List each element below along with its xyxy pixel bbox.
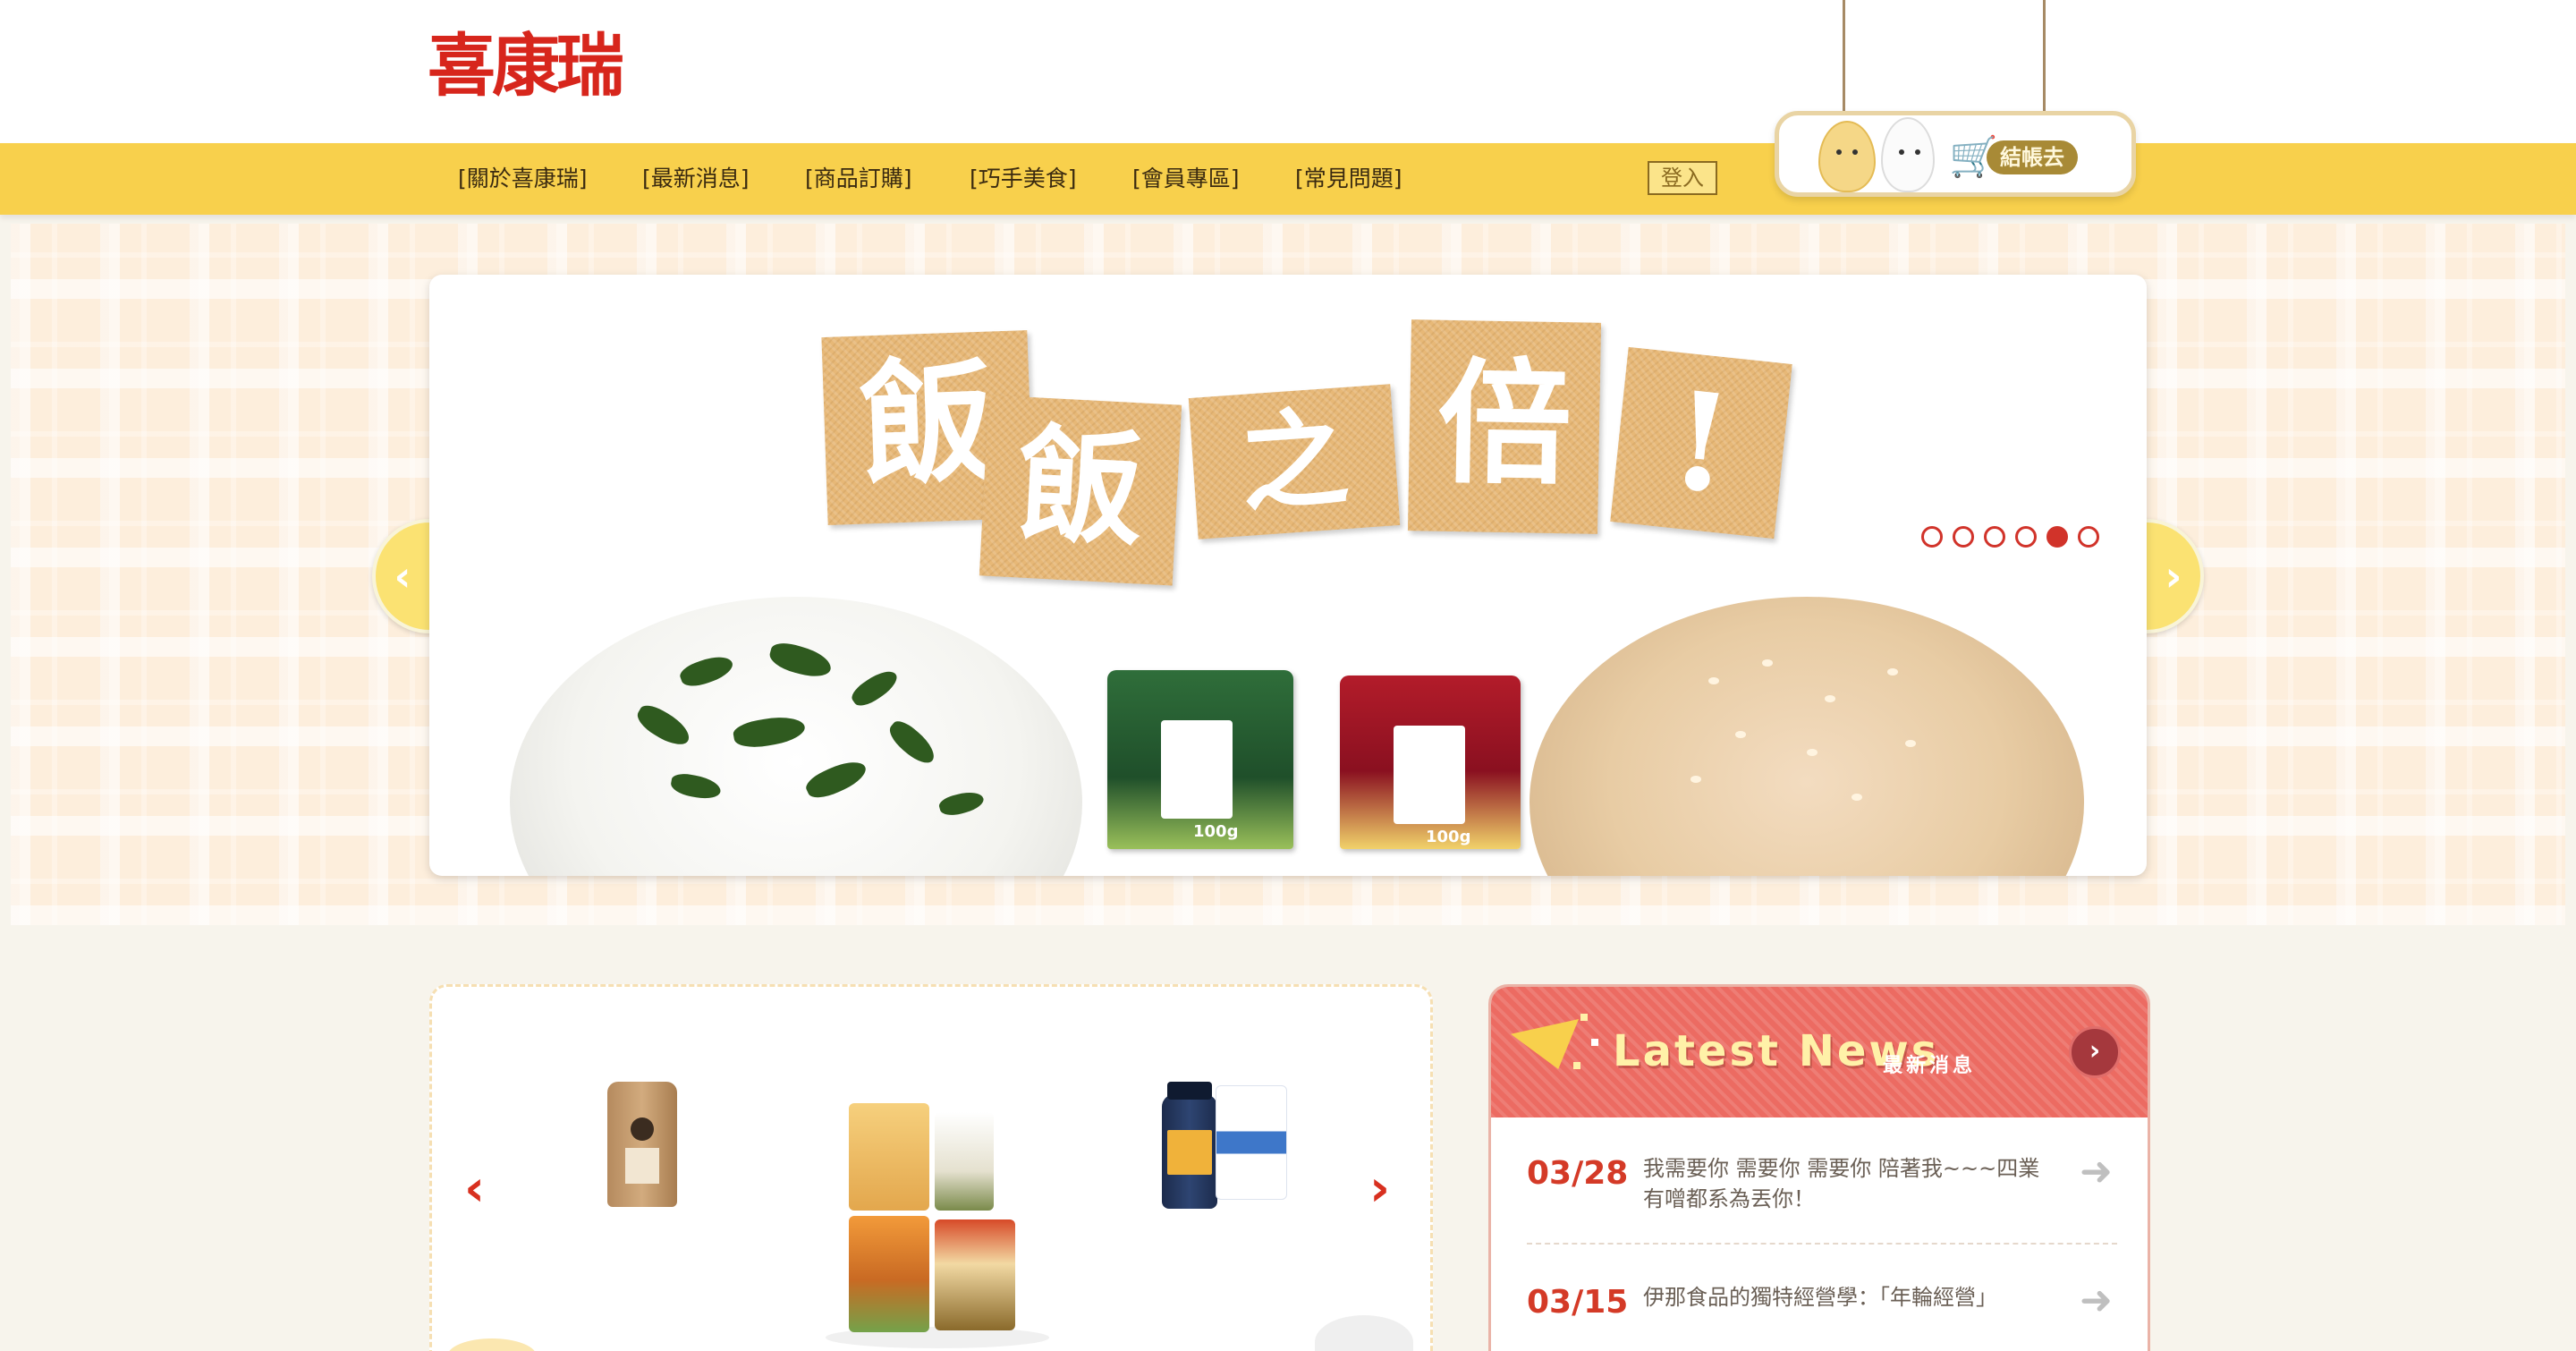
chevron-left-icon: ‹ xyxy=(464,1160,486,1218)
login-button[interactable]: 登入 xyxy=(1648,161,1717,195)
slide-dot[interactable] xyxy=(1921,526,1943,548)
rice-bowl-image xyxy=(510,597,1082,876)
party-popper-icon xyxy=(1511,1019,1579,1069)
hero-slide[interactable]: 飯 飯 之 倍 ! 100g 100g xyxy=(429,275,2147,876)
chevron-left-icon: ‹ xyxy=(394,552,411,600)
slide-dot[interactable] xyxy=(2078,526,2099,548)
chevron-right-icon: › xyxy=(2165,552,2182,600)
site-header: 喜康瑞 xyxy=(0,0,2576,143)
product-next-button[interactable]: › xyxy=(1369,1162,1390,1216)
product-rice-bag[interactable] xyxy=(607,1082,677,1207)
rice-bowl-image xyxy=(1530,597,2084,876)
main-nav: [關於喜康瑞] [最新消息] [商品訂購] [巧手美食] [會員專區] [常見問… xyxy=(0,143,2576,215)
chevron-right-icon: › xyxy=(1369,1160,1391,1218)
slide-dot-active[interactable] xyxy=(2046,526,2068,548)
sign-rope xyxy=(1843,0,1845,116)
headline-char: 飯 xyxy=(979,395,1182,586)
sign-rope xyxy=(2043,0,2046,116)
arrow-right-icon[interactable]: ➜ xyxy=(2080,1150,2113,1194)
news-list-item[interactable]: 03/15 伊那食品的獨特經營學：「年輪經營」 ➜ xyxy=(1527,1248,2117,1351)
news-headline[interactable]: 我需要你 需要你 需要你 陪著我~~~四業有噌都系為丟你！ xyxy=(1643,1153,2055,1214)
news-date: 03/28 xyxy=(1527,1155,1629,1192)
nav-item-recipes[interactable]: [巧手美食] xyxy=(970,143,1077,215)
nav-item-faq[interactable]: [常見問題] xyxy=(1295,143,1402,215)
slide-headline: 飯 飯 之 倍 ! xyxy=(751,314,1825,586)
latest-news-panel: Latest News 最新消息 › 03/28 我需要你 需要你 需要你 陪著… xyxy=(1488,984,2150,1351)
product-miso-soup-set[interactable] xyxy=(849,1103,929,1211)
slide-dot[interactable] xyxy=(1953,526,1974,548)
news-list-item[interactable]: 03/28 我需要你 需要你 需要你 陪著我~~~四業有噌都系為丟你！ ➜ xyxy=(1527,1119,2117,1245)
slide-dot[interactable] xyxy=(2015,526,2037,548)
product-supplement-box[interactable] xyxy=(1216,1085,1287,1200)
news-subtitle: 最新消息 xyxy=(1883,1055,1977,1077)
nav-item-news[interactable]: [最新消息] xyxy=(642,143,750,215)
site-logo[interactable]: 喜康瑞 xyxy=(428,21,624,111)
product-carousel: ‹ › xyxy=(429,984,1433,1351)
news-header: Latest News 最新消息 › xyxy=(1491,987,2148,1117)
news-headline[interactable]: 伊那食品的獨特經營學：「年輪經營」 xyxy=(1643,1282,2055,1313)
product-vegetable-miso[interactable] xyxy=(849,1216,929,1332)
slide-dot[interactable] xyxy=(1984,526,2005,548)
news-more-button[interactable]: › xyxy=(2069,1026,2121,1078)
product-supplement-jar[interactable] xyxy=(1162,1082,1217,1209)
nav-item-members[interactable]: [會員專區] xyxy=(1132,143,1240,215)
egg-mascot-icon xyxy=(1818,121,1876,192)
nav-item-shop[interactable]: [商品訂購] xyxy=(805,143,912,215)
headline-char: 之 xyxy=(1188,384,1401,540)
wakame-rice-pack-image: 100g xyxy=(1107,670,1293,849)
chevron-right-icon: › xyxy=(2089,1035,2101,1066)
product-tonjiru-pack[interactable] xyxy=(935,1219,1015,1330)
product-prev-button[interactable]: ‹ xyxy=(464,1162,485,1216)
news-date: 03/15 xyxy=(1527,1284,1629,1321)
headline-char: 倍 xyxy=(1407,319,1602,534)
plum-rice-pack-image: 100g xyxy=(1340,676,1521,849)
checkout-sign[interactable]: 🛒 結帳去 xyxy=(1775,111,2136,197)
checkout-button[interactable]: 結帳去 xyxy=(1987,140,2078,174)
headline-char: ! xyxy=(1610,346,1792,540)
product-seaweed-pack[interactable] xyxy=(935,1112,994,1211)
egg-mascot-icon xyxy=(1881,117,1935,192)
nav-item-about[interactable]: [關於喜康瑞] xyxy=(458,143,588,215)
arrow-right-icon[interactable]: ➜ xyxy=(2080,1279,2113,1323)
